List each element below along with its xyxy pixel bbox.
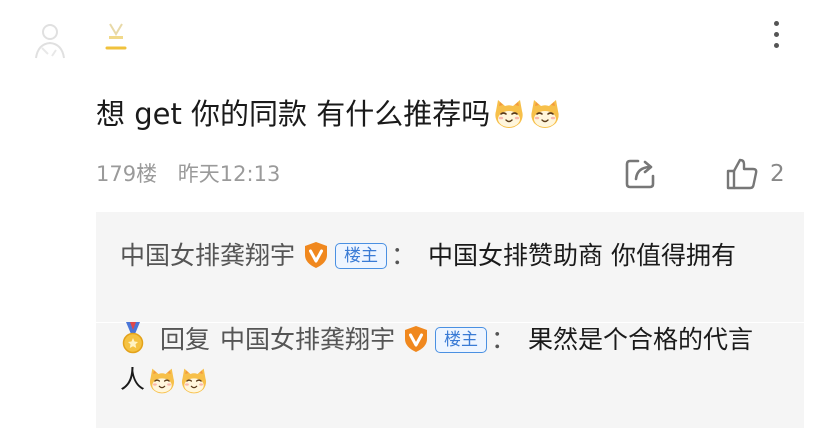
cat-face-emoji (492, 97, 526, 131)
reply-colon: ： (491, 325, 517, 354)
medal-icon (122, 322, 144, 354)
vip-badge-icon (303, 241, 329, 269)
avatar[interactable] (28, 18, 72, 62)
comment-item: 想 get 你的同款 有什么推荐吗 179楼 昨天12:13 2 中国女排龚翔宇… (0, 0, 828, 440)
reply-item[interactable]: 回复 中国女排龚翔宇 楼主：果然是个合格的代言人 (120, 320, 760, 400)
thumbs-up-icon (726, 158, 758, 190)
timestamp: 昨天12:13 (177, 162, 281, 186)
reply-list: 中国女排龚翔宇 楼主：中国女排赞助商 你值得拥有 回复 中国女排龚翔宇 楼主：果然是个… (96, 212, 804, 428)
more-dot (773, 42, 779, 48)
reply-author[interactable]: 中国女排龚翔宇 (220, 325, 395, 354)
vip-badge-icon (403, 325, 429, 353)
owner-tag: 楼主 (435, 327, 488, 353)
more-vertical-icon[interactable] (764, 16, 788, 52)
reply-item[interactable]: 中国女排龚翔宇 楼主： 中国女排赞助商 你值得拥有 (120, 236, 760, 276)
floor-number: 179楼 (96, 162, 158, 186)
reply-text: 中国女排赞助商 你值得拥有 (428, 241, 736, 270)
comment-meta: 179楼 昨天12:13 (96, 158, 280, 190)
share-icon[interactable] (622, 154, 660, 192)
comment-content: 想 get 你的同款 有什么推荐吗 (96, 92, 562, 136)
reply-colon: ： (391, 241, 417, 270)
user-level-badge-icon (104, 22, 128, 52)
cat-face-emoji (179, 366, 209, 396)
cat-face-emoji (147, 366, 177, 396)
reply-word: 回复 (160, 325, 211, 354)
more-dot (773, 20, 779, 26)
more-dot (773, 31, 779, 37)
reply-author[interactable]: 中国女排龚翔宇 (120, 241, 295, 270)
like-button[interactable]: 2 (724, 154, 785, 194)
owner-tag: 楼主 (335, 243, 388, 269)
like-count: 2 (770, 161, 785, 187)
cat-face-emoji (528, 97, 562, 131)
comment-text: 想 get 你的同款 有什么推荐吗 (96, 97, 491, 131)
